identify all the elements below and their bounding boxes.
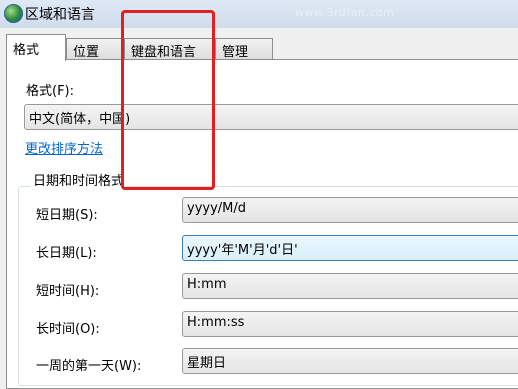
long-date-value: yyyy'年'M'月'd'日': [187, 243, 298, 258]
short-date-label: 短日期(S):: [36, 208, 98, 223]
change-sort-method-link[interactable]: 更改排序方法: [25, 138, 103, 157]
short-time-label: 短时间(H):: [36, 284, 100, 299]
datetime-group-title: 日期和时间格式: [30, 170, 128, 189]
tab-label: 管理: [222, 45, 249, 60]
highlight-annotation-box: [121, 10, 215, 190]
long-date-select[interactable]: yyyy'年'M'月'd'日': [182, 235, 518, 261]
format-select[interactable]: 中文(简体，中国): [24, 104, 518, 130]
watermark: www.3rdfan.com: [295, 6, 395, 19]
format-label: 格式(F):: [26, 84, 75, 99]
region-globe-icon: [4, 4, 23, 23]
tab-label: 格式: [13, 43, 40, 58]
format-select-value: 中文(简体，中国): [29, 112, 131, 127]
first-day-of-week-select[interactable]: 星期日: [182, 348, 518, 374]
short-date-select[interactable]: yyyy/M/d: [182, 197, 518, 223]
first-day-of-week-label: 一周的第一天(W):: [36, 359, 142, 374]
long-time-select[interactable]: H:mm:ss: [182, 311, 518, 337]
tab-formats[interactable]: 格式: [6, 34, 66, 61]
short-date-value: yyyy/M/d: [187, 201, 247, 216]
tab-administrative[interactable]: 管理: [215, 38, 273, 60]
short-time-select[interactable]: H:mm: [182, 273, 518, 299]
short-time-value: H:mm: [187, 277, 227, 292]
tab-label: 位置: [73, 45, 100, 60]
long-date-label: 长日期(L):: [36, 246, 97, 261]
first-day-of-week-value: 星期日: [187, 356, 227, 371]
long-time-value: H:mm:ss: [187, 315, 245, 330]
long-time-label: 长时间(O):: [36, 322, 100, 337]
tab-location[interactable]: 位置: [66, 38, 124, 60]
title-bar: 区域和语言 www.3rdfan.com: [0, 0, 518, 28]
tab-bar: 格式 位置 键盘和语言 管理: [0, 34, 518, 61]
window-title: 区域和语言: [25, 7, 95, 23]
